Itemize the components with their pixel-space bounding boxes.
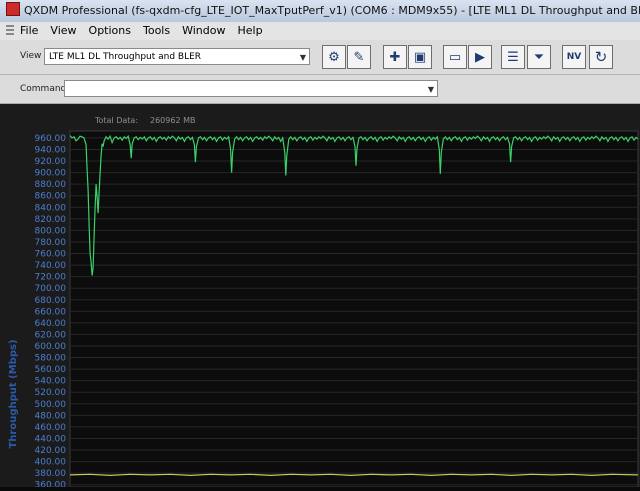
y-tick-label: 560.00 <box>35 365 67 375</box>
refresh-button[interactable]: ↻ <box>589 45 613 69</box>
filter-button[interactable]: ⏷ <box>527 45 551 69</box>
y-tick-label: 860.00 <box>35 192 67 202</box>
menu-view[interactable]: View <box>50 24 76 37</box>
settings-icon: ⚙ <box>328 49 340 65</box>
window-title: QXDM Professional (fs-qxdm-cfg_LTE_IOT_M… <box>24 4 640 17</box>
refresh-icon: ↻ <box>594 48 608 66</box>
menu-options[interactable]: Options <box>89 24 131 37</box>
total-data-label: Total Data: <box>94 116 138 125</box>
nv-icon: NV <box>566 52 582 62</box>
y-tick-label: 580.00 <box>35 354 67 364</box>
y-axis-label: Throughput (Mbps) <box>8 339 19 448</box>
y-tick-label: 680.00 <box>35 296 67 306</box>
command-input[interactable]: ▼ <box>64 80 438 97</box>
y-axis-ticks: 960.00940.00 920.00 900.00880.00 860.00840.… <box>35 134 67 491</box>
open-folder-icon: ▭ <box>448 49 462 65</box>
y-tick-label: 940.00 <box>35 145 67 155</box>
filter-icon: ⏷ <box>533 49 545 65</box>
command-bar: Command ▼ <box>0 75 640 104</box>
view-select-value: LTE ML1 DL Throughput and BLER <box>49 52 202 62</box>
list-icon: ☰ <box>507 49 519 65</box>
settings-button[interactable]: ⚙ <box>322 45 346 69</box>
y-tick-label: 720.00 <box>35 273 67 283</box>
y-tick-label: 840.00 <box>35 203 67 213</box>
y-tick-label: 780.00 <box>35 238 67 248</box>
y-tick-label: 420.00 <box>35 446 67 456</box>
view-label: View <box>20 51 42 61</box>
y-tick-label: 520.00 <box>35 388 67 398</box>
play-button[interactable]: ▶ <box>468 45 492 69</box>
y-tick-label: 760.00 <box>35 250 67 260</box>
y-tick-label: 400.00 <box>35 458 67 468</box>
y-tick-label: 460.00 <box>35 423 67 433</box>
y-tick-label: 880.00 <box>35 180 67 190</box>
y-tick-label: 440.00 <box>35 434 67 444</box>
y-tick-label: 960.00 <box>35 134 67 144</box>
y-tick-label: 620.00 <box>35 330 67 340</box>
menu-tools[interactable]: Tools <box>143 24 170 37</box>
save-icon: ▣ <box>413 49 427 65</box>
y-tick-label: 740.00 <box>35 261 67 271</box>
chevron-down-icon: ▼ <box>427 85 434 94</box>
play-icon: ▶ <box>475 49 485 65</box>
open-folder-button[interactable]: ▭ <box>443 45 467 69</box>
total-data-value: 260962 MB <box>150 116 195 125</box>
y-tick-label: 900.00 <box>35 169 67 179</box>
y-tick-label: 500.00 <box>35 400 67 410</box>
y-tick-label: 480.00 <box>35 411 67 421</box>
view-select[interactable]: LTE ML1 DL Throughput and BLER ▼ <box>44 48 310 65</box>
grip-icon <box>6 25 14 35</box>
add-document-icon: ✚ <box>389 49 401 65</box>
app-icon <box>6 2 20 16</box>
chevron-down-icon: ▼ <box>299 53 306 62</box>
save-button[interactable]: ▣ <box>408 45 432 69</box>
command-label: Command <box>20 84 67 94</box>
menu-window[interactable]: Window <box>182 24 225 37</box>
pen-button[interactable]: ✎ <box>347 45 371 69</box>
list-button[interactable]: ☰ <box>501 45 525 69</box>
menu-help[interactable]: Help <box>237 24 262 37</box>
window-titlebar: QXDM Professional (fs-qxdm-cfg_LTE_IOT_M… <box>0 0 640 22</box>
y-tick-label: 820.00 <box>35 215 67 225</box>
throughput-chart: Total Data: 260962 MB 960.00940.00 920.00… <box>0 104 640 491</box>
add-document-button[interactable]: ✚ <box>383 45 407 69</box>
y-tick-label: 660.00 <box>35 307 67 317</box>
pen-icon: ✎ <box>353 49 365 65</box>
menu-bar: File View Options Tools Window Help <box>0 22 640 41</box>
y-tick-label: 920.00 <box>35 157 67 167</box>
y-tick-label: 640.00 <box>35 319 67 329</box>
y-tick-label: 800.00 <box>35 226 67 236</box>
y-tick-label: 360.00 <box>35 481 67 487</box>
y-tick-label: 540.00 <box>35 377 67 387</box>
y-tick-label: 380.00 <box>35 469 67 479</box>
y-tick-label: 600.00 <box>35 342 67 352</box>
y-tick-label: 700.00 <box>35 284 67 294</box>
nv-button[interactable]: NV <box>562 45 586 69</box>
throughput-chart-panel: Total Data: 260962 MB 960.00 940.00 920.00… <box>0 104 640 491</box>
menu-file[interactable]: File <box>20 24 38 37</box>
